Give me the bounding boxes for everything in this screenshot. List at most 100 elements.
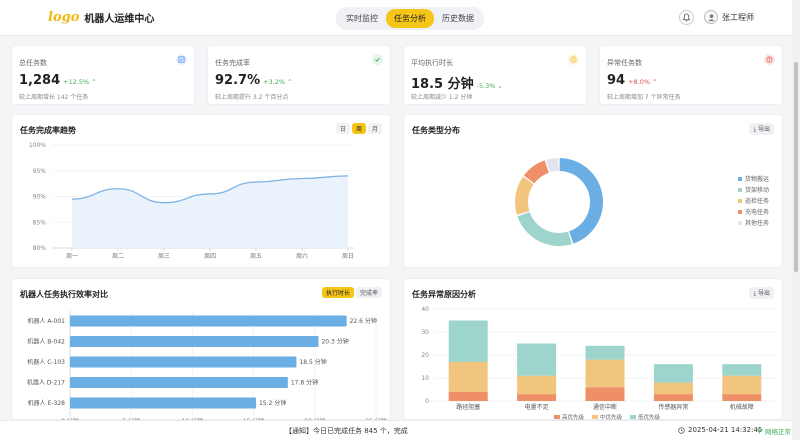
stack-segment	[585, 387, 625, 401]
stat-value: 18.5 分钟 -5.3% ⌄	[411, 77, 503, 92]
check-icon	[372, 54, 383, 65]
stat-change: +3.2% ⌃	[263, 78, 293, 86]
anomaly-stacked-bar-chart: 010203040路径阻塞 电量不足 通信中断 传感器异常 机械故障高优先级 中优先级 低优…	[421, 306, 776, 421]
legend-swatch	[738, 221, 742, 225]
x-tick-label: 周一	[66, 253, 78, 260]
stack-segment	[517, 343, 557, 376]
clock-icon	[678, 426, 685, 434]
stat-card-total-tasks: 总任务数 1,284 +12.5% ⌃ 较上周期增长 142 个任务	[11, 45, 195, 105]
stat-label: 任务完成率	[215, 59, 250, 67]
notification-bell-icon[interactable]	[679, 10, 694, 25]
brand[interactable]: logo 机器人运维中心	[48, 10, 154, 25]
y-tick-label: 85%	[33, 219, 47, 226]
trend-area	[72, 175, 348, 248]
avatar-icon	[704, 10, 718, 24]
robot-efficiency-bar-chart: 0 分钟5 分钟10 分钟15 分钟20 分钟25 分钟机器人 A-00122.…	[27, 311, 387, 421]
bar-value-label: 15.2 分钟	[259, 399, 286, 407]
type-distribution-panel: 任务类型分布 ⤓ 导出 货物搬运 货架移动 巡检任务 充电任务 其他任务	[403, 114, 783, 268]
stack-segment	[448, 361, 488, 392]
bar	[70, 315, 347, 327]
x-tick-label: 机械故障	[730, 403, 754, 411]
stat-subtext: 较上周期减少 1.2 分钟	[411, 94, 473, 101]
x-tick-label: 路径阻塞	[456, 403, 480, 411]
trend-panel: 任务完成率趋势 日 周 月 80% 85% 90% 95% 100% 周一 周二 周三 周四 周五…	[11, 114, 391, 268]
donut-slice	[515, 176, 534, 215]
stack-segment	[653, 364, 693, 383]
stat-label: 平均执行时长	[411, 59, 453, 67]
stat-change: +12.5% ⌃	[63, 78, 97, 86]
app-title: 机器人运维中心	[84, 14, 155, 25]
y-tick-label: 95%	[33, 168, 47, 175]
completion-trend-chart: 80% 85% 90% 95% 100% 周一 周二 周三 周四 周五 周六 周日	[29, 142, 354, 260]
y-tick-label: 40	[421, 306, 429, 313]
y-tick-label: 80%	[33, 245, 47, 252]
y-tick-label: 10	[421, 375, 429, 382]
stat-change: +8.0% ⌃	[628, 78, 658, 86]
bar	[70, 336, 319, 347]
tab-task-analysis[interactable]: 任务分析	[386, 9, 434, 28]
x-tick-label: 传感器异常	[658, 403, 688, 411]
stack-segment	[722, 394, 762, 401]
donut-slice	[517, 212, 572, 246]
bar-value-label: 22.6 分钟	[350, 317, 377, 325]
list-icon	[176, 54, 187, 65]
user-name: 张工程师	[722, 12, 754, 22]
legend-swatch	[592, 415, 598, 419]
legend-swatch	[738, 177, 742, 181]
user-menu[interactable]: 张工程师	[704, 10, 754, 24]
legend-label: 货物搬运	[745, 175, 769, 183]
stack-segment	[448, 391, 488, 401]
y-tick-label: 0	[425, 398, 429, 405]
scrollbar-thumb[interactable]	[794, 62, 798, 272]
stack-segment	[517, 375, 557, 395]
bar-value-label: 17.8 分钟	[291, 379, 318, 387]
stack-segment	[585, 359, 625, 388]
x-tick-label: 周四	[204, 253, 216, 260]
bar	[70, 377, 288, 388]
y-tick-label: 30	[421, 329, 429, 336]
network-status: 网络正常	[756, 426, 791, 436]
efficiency-panel: 机器人任务执行效率对比 执行时长 完成率 0 分钟5 分钟10 分钟15 分钟2…	[11, 278, 391, 421]
robot-label: 机器人 A-001	[28, 317, 66, 325]
logo: logo	[48, 10, 80, 25]
robot-label: 机器人 C-103	[27, 358, 65, 366]
donut-slice	[523, 160, 549, 184]
donut-slice	[559, 158, 603, 244]
x-tick-label: 周六	[296, 252, 308, 260]
clock-icon	[568, 54, 579, 65]
x-tick-label: 电量不足	[525, 403, 549, 411]
tab-realtime-monitor[interactable]: 实时监控	[338, 9, 386, 28]
stack-segment	[653, 382, 693, 395]
stack-segment	[517, 394, 557, 401]
tab-history-data[interactable]: 历史数据	[434, 9, 482, 28]
stack-segment	[448, 320, 488, 362]
stat-value: 94 +8.0% ⌃	[607, 73, 658, 88]
x-tick-label: 周五	[250, 253, 262, 260]
stat-subtext: 较上周期提升 3.2 个百分点	[215, 94, 289, 101]
bar-value-label: 20.3 分钟	[321, 338, 348, 346]
x-tick-label: 周三	[158, 253, 170, 260]
bar	[70, 397, 257, 409]
datetime-text: 2025-04-21 14:32:45	[688, 426, 763, 434]
status-footer: 【通知】今日已完成任务 845 个，完成 2025-04-21 14:32:45…	[0, 420, 792, 440]
bar-value-label: 18.5 分钟	[299, 358, 326, 366]
legend-swatch	[630, 415, 636, 419]
top-header: logo 机器人运维中心 实时监控 任务分析 历史数据 张工程师	[0, 0, 792, 36]
stat-value: 1,284 +12.5% ⌃	[19, 73, 97, 88]
x-tick-label: 周二	[112, 253, 124, 260]
stack-segment	[653, 394, 693, 401]
stat-subtext: 较上周期增长 142 个任务	[19, 94, 89, 101]
stat-subtext: 较上周期增加 7 个异常任务	[607, 94, 681, 101]
legend-swatch	[738, 210, 742, 214]
legend-swatch	[738, 188, 742, 192]
page-scrollbar[interactable]	[792, 0, 800, 440]
robot-label: 机器人 D-217	[27, 379, 65, 387]
y-tick-label: 90%	[33, 194, 47, 201]
stack-segment	[585, 345, 625, 360]
robot-label: 机器人 E-328	[28, 399, 65, 407]
stat-label: 总任务数	[19, 59, 47, 67]
stat-label: 异常任务数	[607, 59, 642, 67]
legend-label: 充电任务	[745, 208, 769, 216]
bar	[70, 356, 297, 368]
wifi-icon	[756, 428, 763, 434]
